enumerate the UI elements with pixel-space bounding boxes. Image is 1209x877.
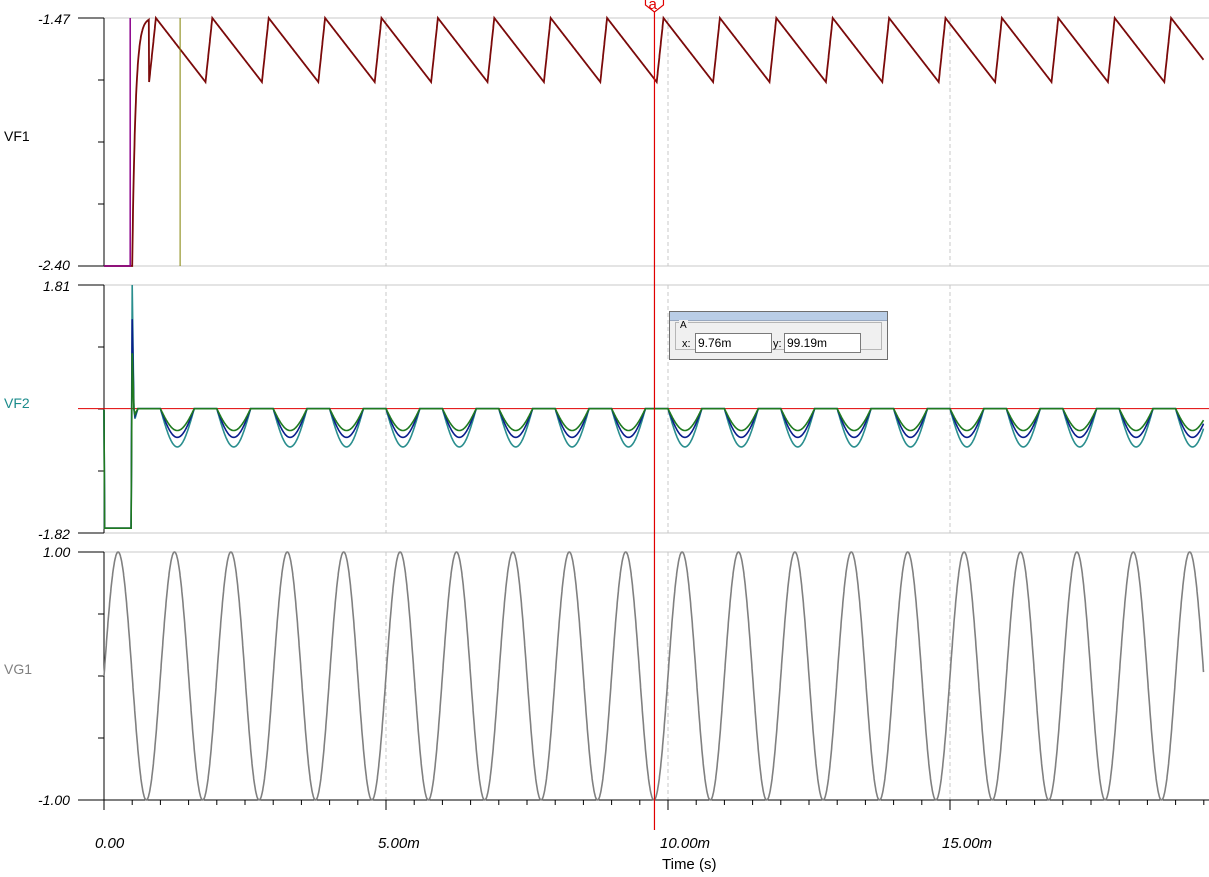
channel-label-vg1[interactable]: VG1 <box>4 661 32 677</box>
x-tick-label-3: 15.00m <box>942 835 992 852</box>
cursor-x-field[interactable]: 9.76m <box>695 333 772 353</box>
vf1-y-max-label: -1.47 <box>38 11 71 27</box>
traces <box>78 15 1209 801</box>
cursor-readout-group-label: A <box>679 320 688 331</box>
channel-label-vf1[interactable]: VF1 <box>4 128 30 144</box>
vf1-y-min-label: -2.40 <box>38 257 70 273</box>
vf1-trace-startup <box>104 18 131 267</box>
cursor-readout-panel[interactable]: A x: 9.76m y: 99.19m <box>669 311 888 360</box>
cursor-readout-titlebar[interactable] <box>670 312 887 321</box>
vf1-trace-ripple <box>104 15 1205 267</box>
vf2-trace-2 <box>103 353 1205 530</box>
vf2-trace-0 <box>103 284 1205 530</box>
channel-label-vf2[interactable]: VF2 <box>4 395 30 411</box>
cursor-marker[interactable]: a <box>644 0 665 13</box>
cursor-marker-label: a <box>648 0 657 13</box>
vf2-trace-1 <box>103 319 1205 530</box>
x-tick-label-2: 10.00m <box>660 835 710 852</box>
x-tick-label-1: 5.00m <box>378 835 420 852</box>
vg1-y-max-label: 1.00 <box>43 544 70 560</box>
cursor-y-label: y: <box>773 338 782 350</box>
vg1-trace-sine <box>103 551 1205 801</box>
vf2-y-min-label: -1.82 <box>38 526 70 542</box>
x-tick-label-0: 0.00 <box>95 835 125 852</box>
vg1-y-min-label: -1.00 <box>38 792 70 808</box>
cursor-x-label: x: <box>682 338 691 350</box>
plot-area[interactable]: -1.47 -2.40 1.81 -1.82 1.00 -1.00 VF1 VF… <box>0 0 1209 877</box>
cursor-y-field[interactable]: 99.19m <box>784 333 861 353</box>
x-axis-title: Time (s) <box>662 856 716 873</box>
vf2-y-max-label: 1.81 <box>43 278 70 294</box>
